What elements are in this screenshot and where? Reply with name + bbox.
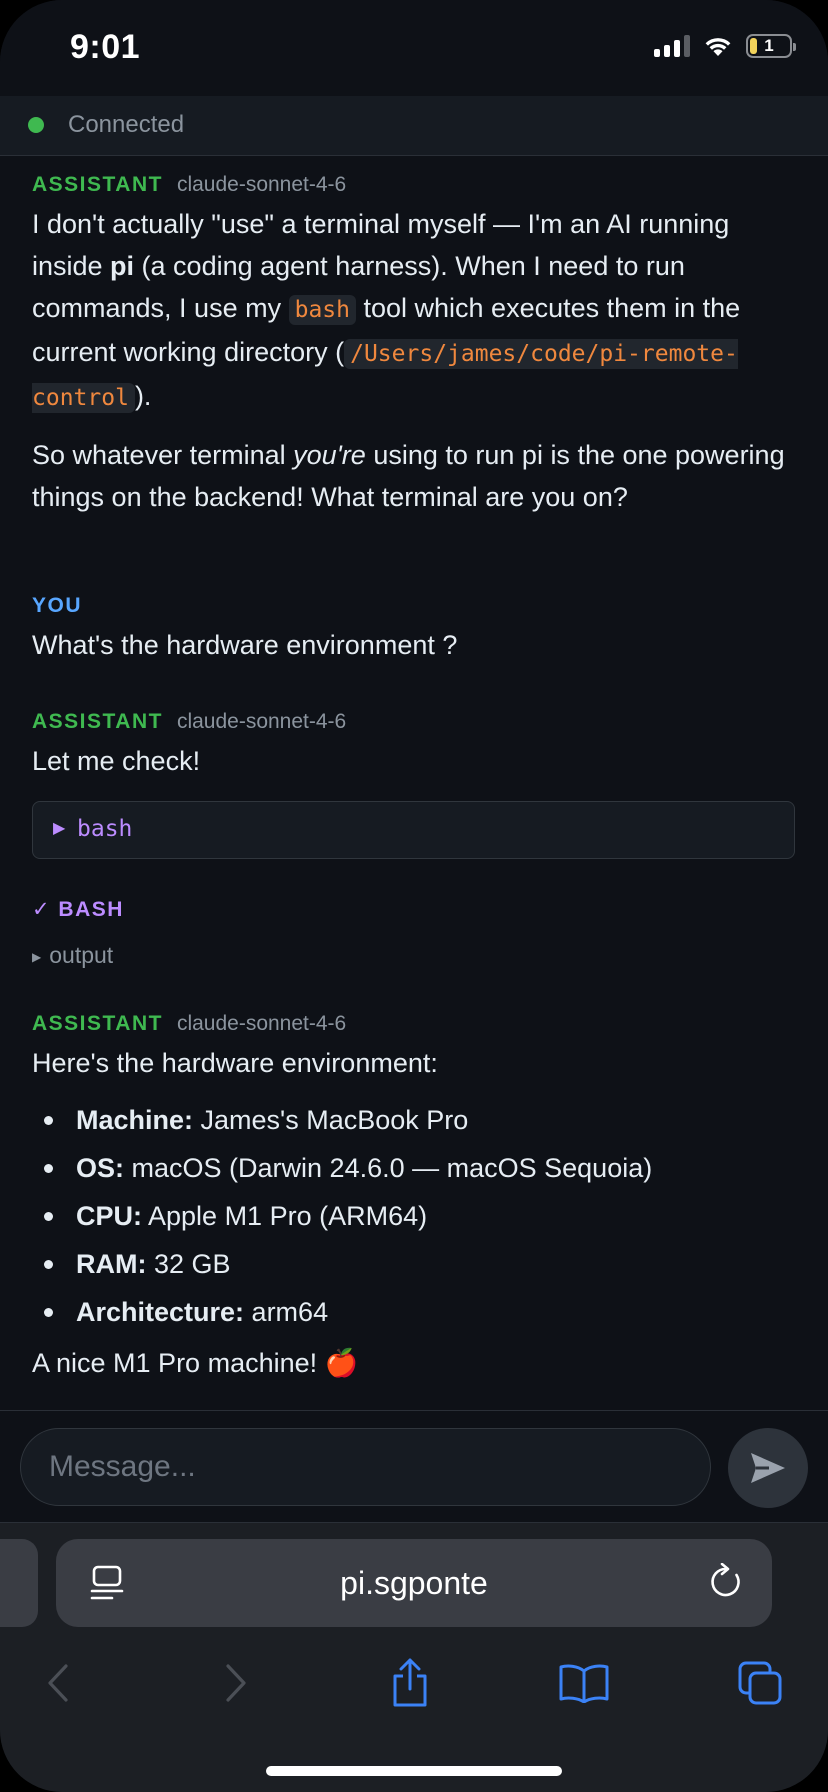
tool-call-label: bash (77, 816, 133, 842)
item-value: Apple M1 Pro (ARM64) (142, 1201, 428, 1231)
item-key: RAM: (76, 1249, 147, 1279)
item-key: Architecture: (76, 1297, 245, 1327)
text-span: ). (134, 381, 152, 411)
wifi-icon (705, 38, 731, 56)
expand-triangle-icon: ▶ (53, 820, 66, 837)
tool-result-header: ✓ BASH (32, 898, 124, 921)
model-label: claude-sonnet-4-6 (176, 1012, 347, 1035)
bookmarks-button[interactable] (554, 1653, 614, 1713)
status-icons: 1 (654, 34, 796, 58)
message-input[interactable] (20, 1428, 711, 1506)
role-label: YOU (32, 594, 83, 617)
item-value: James's MacBook Pro (193, 1105, 469, 1135)
battery-icon: 1 (746, 34, 796, 58)
list-item: Machine: James's MacBook Pro (32, 1096, 796, 1144)
browser-chrome: pi.sgponte (0, 1523, 828, 1792)
message-header: ASSISTANT claude-sonnet-4-6 (32, 173, 796, 197)
connection-status-text: Connected (68, 111, 185, 138)
item-key: CPU: (76, 1201, 142, 1231)
send-button[interactable] (728, 1428, 808, 1508)
italic-text: you're (293, 440, 366, 470)
message-paragraph: I don't actually "use" a terminal myself… (32, 203, 796, 419)
tabs-icon (738, 1661, 782, 1705)
share-icon (393, 1658, 427, 1707)
item-value: arm64 (244, 1297, 329, 1327)
tool-output-toggle[interactable]: ▶ output (32, 942, 113, 969)
role-label: ASSISTANT (32, 173, 163, 196)
send-icon (751, 1453, 785, 1483)
expand-triangle-icon: ▶ (32, 949, 42, 964)
message-paragraph: So whatever terminal you're using to run… (32, 434, 796, 518)
model-label: claude-sonnet-4-6 (176, 710, 347, 733)
item-key: OS: (76, 1153, 125, 1183)
list-item: CPU: Apple M1 Pro (ARM64) (32, 1192, 796, 1240)
forward-button[interactable] (206, 1653, 266, 1713)
list-item: OS: macOS (Darwin 24.6.0 — macOS Sequoia… (32, 1144, 796, 1192)
browser-toolbar (0, 1653, 828, 1713)
message-header: ASSISTANT claude-sonnet-4-6 (32, 1012, 796, 1036)
role-label: ASSISTANT (32, 710, 163, 733)
connection-status-dot (28, 117, 44, 133)
bookmarks-icon (559, 1664, 609, 1703)
battery-level: 1 (764, 36, 774, 55)
message-composer (0, 1410, 828, 1523)
assistant-message: ASSISTANT claude-sonnet-4-6 Let me check! (32, 710, 796, 782)
reload-icon[interactable] (708, 1563, 744, 1601)
cellular-signal-icon (654, 35, 690, 57)
share-button[interactable] (380, 1653, 440, 1713)
phone-screen: 9:01 1 Connected ASSISTANT claude-sonnet… (0, 0, 828, 1792)
message-text: A nice M1 Pro machine! 🍎 (32, 1348, 359, 1378)
item-value: 32 GB (146, 1249, 231, 1279)
list-item: Architecture: arm64 (32, 1288, 796, 1336)
tool-call-bash[interactable]: ▶ bash (32, 801, 795, 859)
chevron-left-icon (48, 1664, 68, 1702)
text-span: So whatever terminal (32, 440, 294, 470)
home-indicator[interactable] (266, 1766, 562, 1776)
list-item: RAM: 32 GB (32, 1240, 796, 1288)
tabs-button[interactable] (730, 1653, 790, 1713)
item-key: Machine: (76, 1105, 194, 1135)
previous-tab-peek[interactable] (0, 1539, 38, 1627)
item-value: macOS (Darwin 24.6.0 — macOS Sequoia) (124, 1153, 653, 1183)
inline-code: bash (288, 295, 356, 325)
address-bar[interactable]: pi.sgponte (56, 1539, 772, 1627)
connection-bar: Connected (0, 96, 828, 156)
message-text: Here's the hardware environment: (32, 1048, 438, 1078)
url-text: pi.sgponte (340, 1565, 488, 1601)
assistant-message: ASSISTANT claude-sonnet-4-6 Here's the ha… (32, 1012, 796, 1384)
message-header: ASSISTANT claude-sonnet-4-6 (32, 710, 796, 734)
status-time: 9:01 (70, 28, 141, 66)
role-label: ASSISTANT (32, 1012, 163, 1035)
hardware-list: Machine: James's MacBook Pro OS: macOS (… (32, 1096, 796, 1336)
back-button[interactable] (28, 1653, 88, 1713)
chevron-right-icon (226, 1664, 246, 1702)
status-bar: 9:01 1 (0, 0, 828, 96)
assistant-message: ASSISTANT claude-sonnet-4-6 I don't actua… (32, 173, 796, 518)
chat-transcript[interactable]: ASSISTANT claude-sonnet-4-6 I don't actua… (0, 157, 828, 1410)
message-text: What's the hardware environment ? (32, 630, 458, 660)
user-message: YOU What's the hardware environment ? (32, 594, 796, 666)
model-label: claude-sonnet-4-6 (176, 173, 347, 196)
output-label: output (49, 942, 114, 968)
bold-text: pi (110, 251, 135, 281)
message-text: Let me check! (32, 746, 201, 776)
